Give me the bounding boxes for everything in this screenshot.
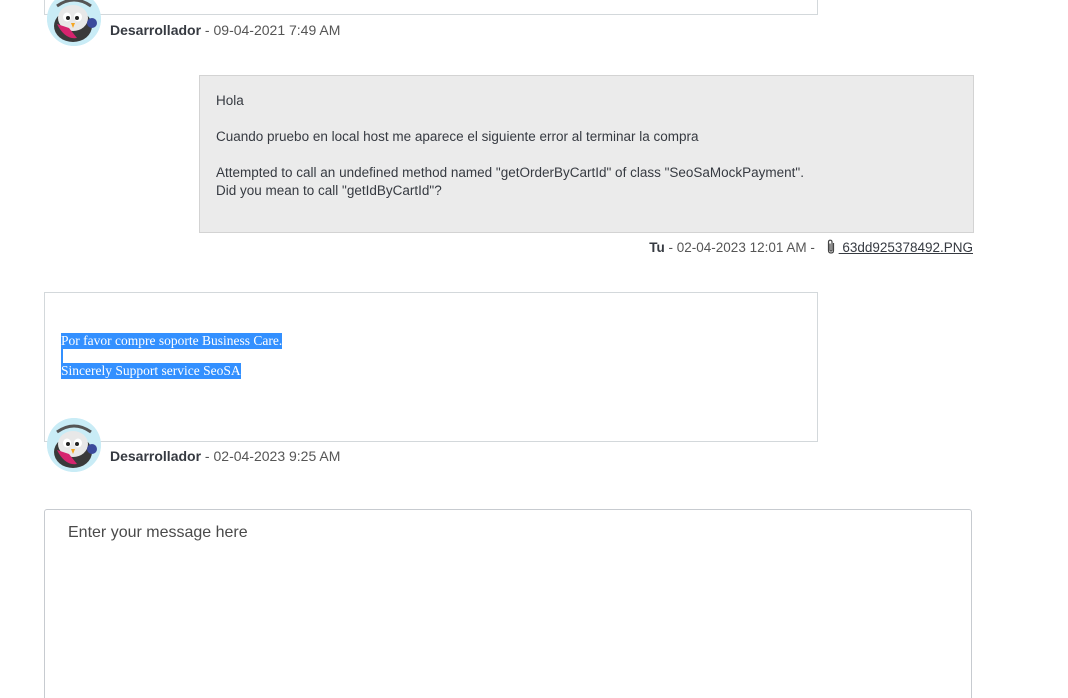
message-date: 02-04-2023 12:01 AM xyxy=(676,239,807,255)
message-meta: Desarrollador - 09-04-2021 7:49 AM xyxy=(110,22,340,38)
message-author: Desarrollador xyxy=(110,448,202,464)
message-line: Attempted to call an undefined method na… xyxy=(216,165,804,180)
message-meta: Desarrollador - 02-04-2023 9:25 AM xyxy=(110,448,340,464)
message-line: Did you mean to call "getIdByCartId"? xyxy=(216,183,442,198)
message-date: 02-04-2023 9:25 AM xyxy=(213,448,341,464)
meta-separator: - xyxy=(664,239,677,255)
meta-separator: - xyxy=(201,22,214,38)
selection-highlight xyxy=(61,349,63,363)
message-line: Sincerely Support service SeoSA xyxy=(61,363,241,379)
message-composer xyxy=(44,509,972,698)
message-author: Tu xyxy=(649,239,665,255)
meta-separator: - xyxy=(201,448,214,464)
paperclip-icon xyxy=(825,239,837,255)
message-meta: Tu - 02-04-2023 12:01 AM - 63dd925378492… xyxy=(649,239,973,255)
avatar xyxy=(47,0,101,46)
meta-separator: - xyxy=(806,239,819,255)
support-mascot-icon xyxy=(47,418,101,472)
message-line: Por favor compre soporte Business Care. xyxy=(61,333,283,349)
message-author: Desarrollador xyxy=(110,22,202,38)
support-message: Por favor compre soporte Business Care. … xyxy=(44,292,818,442)
message-box xyxy=(44,0,818,15)
ticket-thread: Desarrollador - 09-04-2021 7:49 AM Hola … xyxy=(0,0,1068,698)
message-line: Hola xyxy=(216,93,244,108)
message-line: Cuando pruebo en local host me aparece e… xyxy=(216,129,699,144)
message-date: 09-04-2021 7:49 AM xyxy=(213,22,341,38)
attachment-link[interactable]: 63dd925378492.PNG xyxy=(839,240,973,255)
customer-message: Hola Cuando pruebo en local host me apar… xyxy=(199,75,974,233)
message-input[interactable] xyxy=(45,510,971,698)
avatar xyxy=(47,418,101,472)
support-mascot-icon xyxy=(47,0,101,46)
